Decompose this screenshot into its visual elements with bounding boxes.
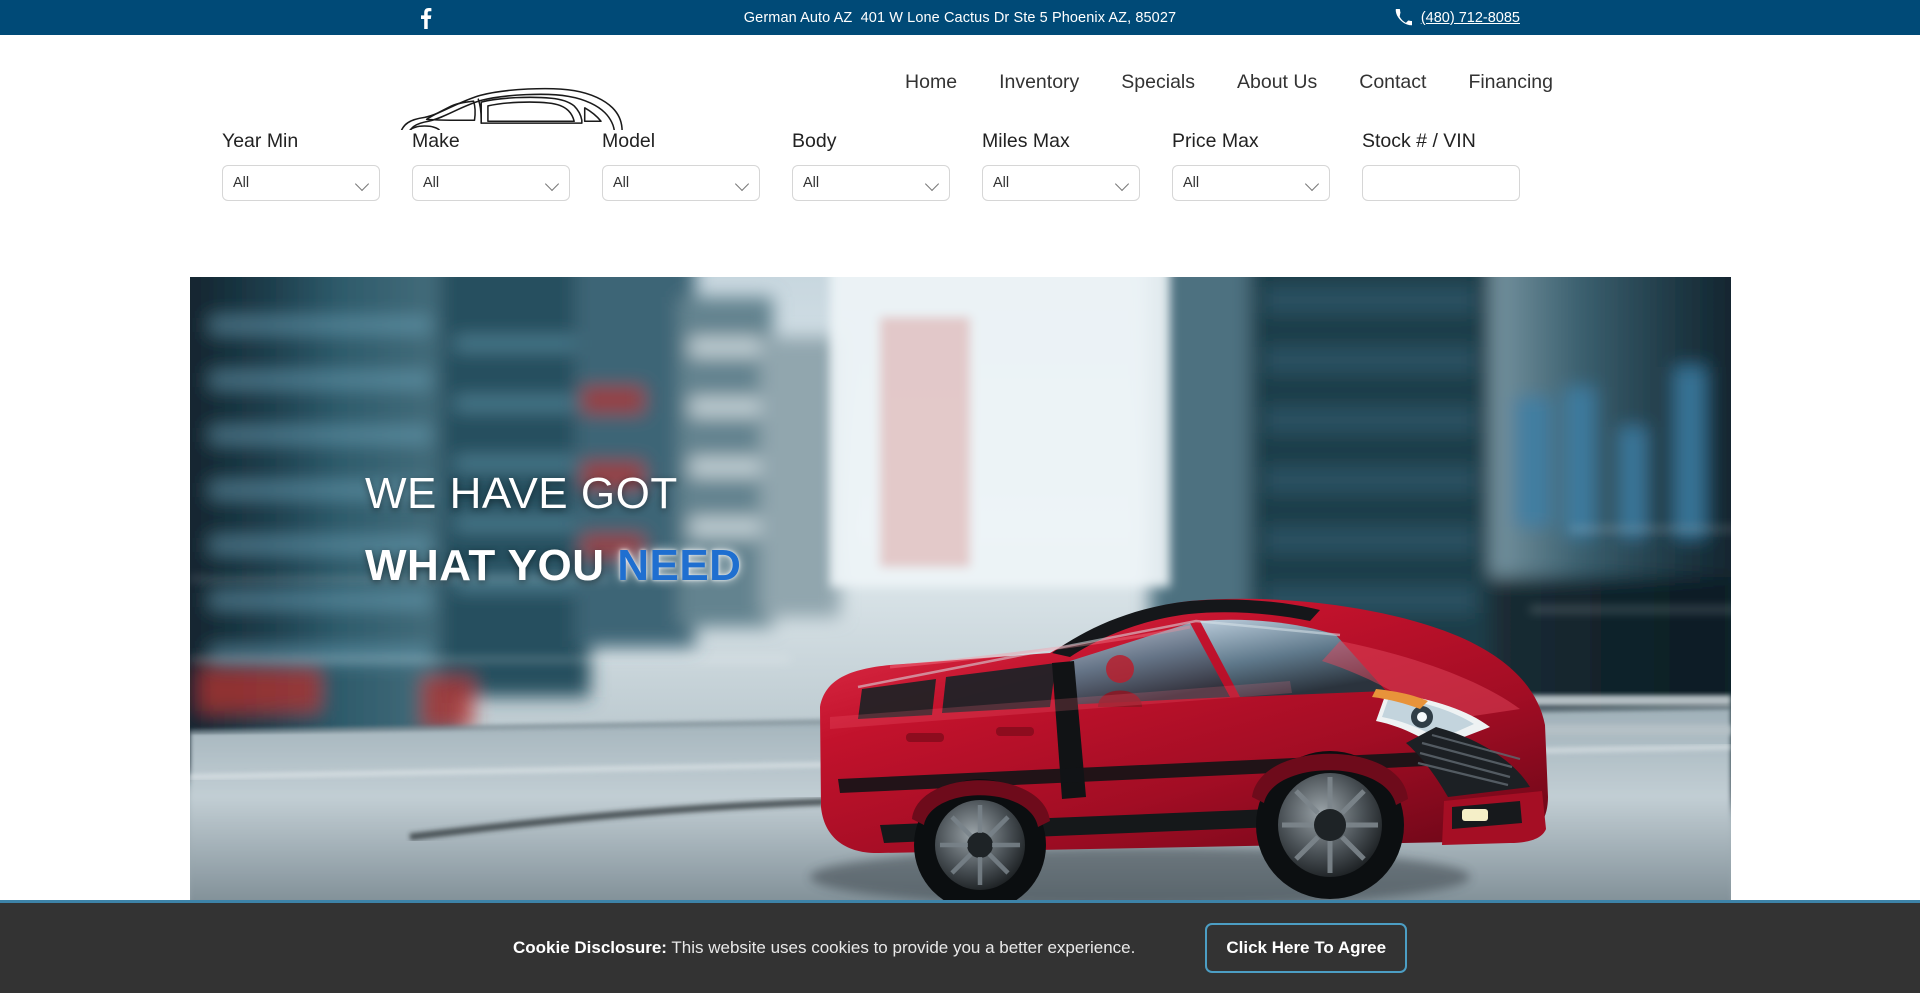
hero-headline-accent: NEED <box>617 541 742 590</box>
filter-miles-max: Miles Max All <box>982 130 1172 201</box>
chevron-down-icon <box>924 176 940 192</box>
dealer-address: German Auto AZ 401 W Lone Cactus Dr Ste … <box>743 9 1177 26</box>
select-price-max-value: All <box>1183 175 1200 191</box>
main-navigation: Home Inventory Specials About Us Contact… <box>884 35 1553 130</box>
nav-item-financing[interactable]: Financing <box>1447 35 1553 130</box>
filter-label-model: Model <box>602 130 656 152</box>
select-body[interactable]: All <box>792 165 950 201</box>
filter-model: Model All <box>602 130 792 201</box>
select-year-min[interactable]: All <box>222 165 380 201</box>
cookie-disclosure-banner: Cookie Disclosure: This website uses coo… <box>0 900 1920 993</box>
cookie-message: Cookie Disclosure: This website uses coo… <box>513 938 1135 958</box>
filter-price-max: Price Max All <box>1172 130 1362 201</box>
top-utility-bar: German Auto AZ 401 W Lone Cactus Dr Ste … <box>0 0 1920 35</box>
select-miles-max[interactable]: All <box>982 165 1140 201</box>
nav-item-contact[interactable]: Contact <box>1338 35 1447 130</box>
nav-item-inventory[interactable]: Inventory <box>978 35 1100 130</box>
phone-link[interactable]: (480) 712-8085 <box>1395 9 1520 26</box>
select-miles-max-value: All <box>993 175 1010 191</box>
filter-label-year-min: Year Min <box>222 130 299 152</box>
nav-item-home[interactable]: Home <box>884 35 978 130</box>
filter-body: Body All <box>792 130 982 201</box>
select-year-min-value: All <box>233 175 250 191</box>
select-body-value: All <box>803 175 820 191</box>
hero-banner: WE HAVE GOT WHAT YOU NEED Our impressive… <box>190 277 1731 906</box>
chevron-down-icon <box>734 176 750 192</box>
hero-content: WE HAVE GOT WHAT YOU NEED Our impressive… <box>365 277 965 906</box>
chevron-down-icon <box>1304 176 1320 192</box>
phone-number: (480) 712-8085 <box>1420 9 1520 26</box>
select-model[interactable]: All <box>602 165 760 201</box>
site-header: Home Inventory Specials About Us Contact… <box>0 35 1920 169</box>
select-model-value: All <box>613 175 630 191</box>
chevron-down-icon <box>354 176 370 192</box>
chevron-down-icon <box>544 176 560 192</box>
cookie-agree-button[interactable]: Click Here To Agree <box>1205 923 1408 973</box>
nav-item-about-us[interactable]: About Us <box>1216 35 1338 130</box>
stock-vin-input[interactable] <box>1362 165 1520 201</box>
cookie-title: Cookie Disclosure: <box>512 938 667 957</box>
hero-headline-line2-white: WHAT YOU <box>365 541 618 590</box>
filter-make: Make All <box>412 130 602 201</box>
select-make-value: All <box>423 175 440 191</box>
select-make[interactable]: All <box>412 165 570 201</box>
filter-label-body: Body <box>792 130 837 152</box>
filter-label-price-max: Price Max <box>1172 130 1259 152</box>
filter-year-min: Year Min All <box>222 130 412 201</box>
hero-headline-line1: WE HAVE GOT <box>365 469 678 518</box>
chevron-down-icon <box>1114 176 1130 192</box>
hero-headline-line2: WHAT YOU NEED <box>365 541 741 591</box>
cookie-body: This website uses cookies to provide you… <box>666 938 1136 957</box>
inventory-search-bar: Year Min All Make All Model All Body All <box>0 130 1920 363</box>
phone-icon <box>1395 9 1412 26</box>
filter-label-make: Make <box>412 130 460 152</box>
select-price-max[interactable]: All <box>1172 165 1330 201</box>
nav-item-specials[interactable]: Specials <box>1100 35 1216 130</box>
filter-label-miles-max: Miles Max <box>982 130 1070 152</box>
filter-stock-vin: Stock # / VIN <box>1362 130 1552 201</box>
filter-label-stock-vin: Stock # / VIN <box>1362 130 1476 152</box>
